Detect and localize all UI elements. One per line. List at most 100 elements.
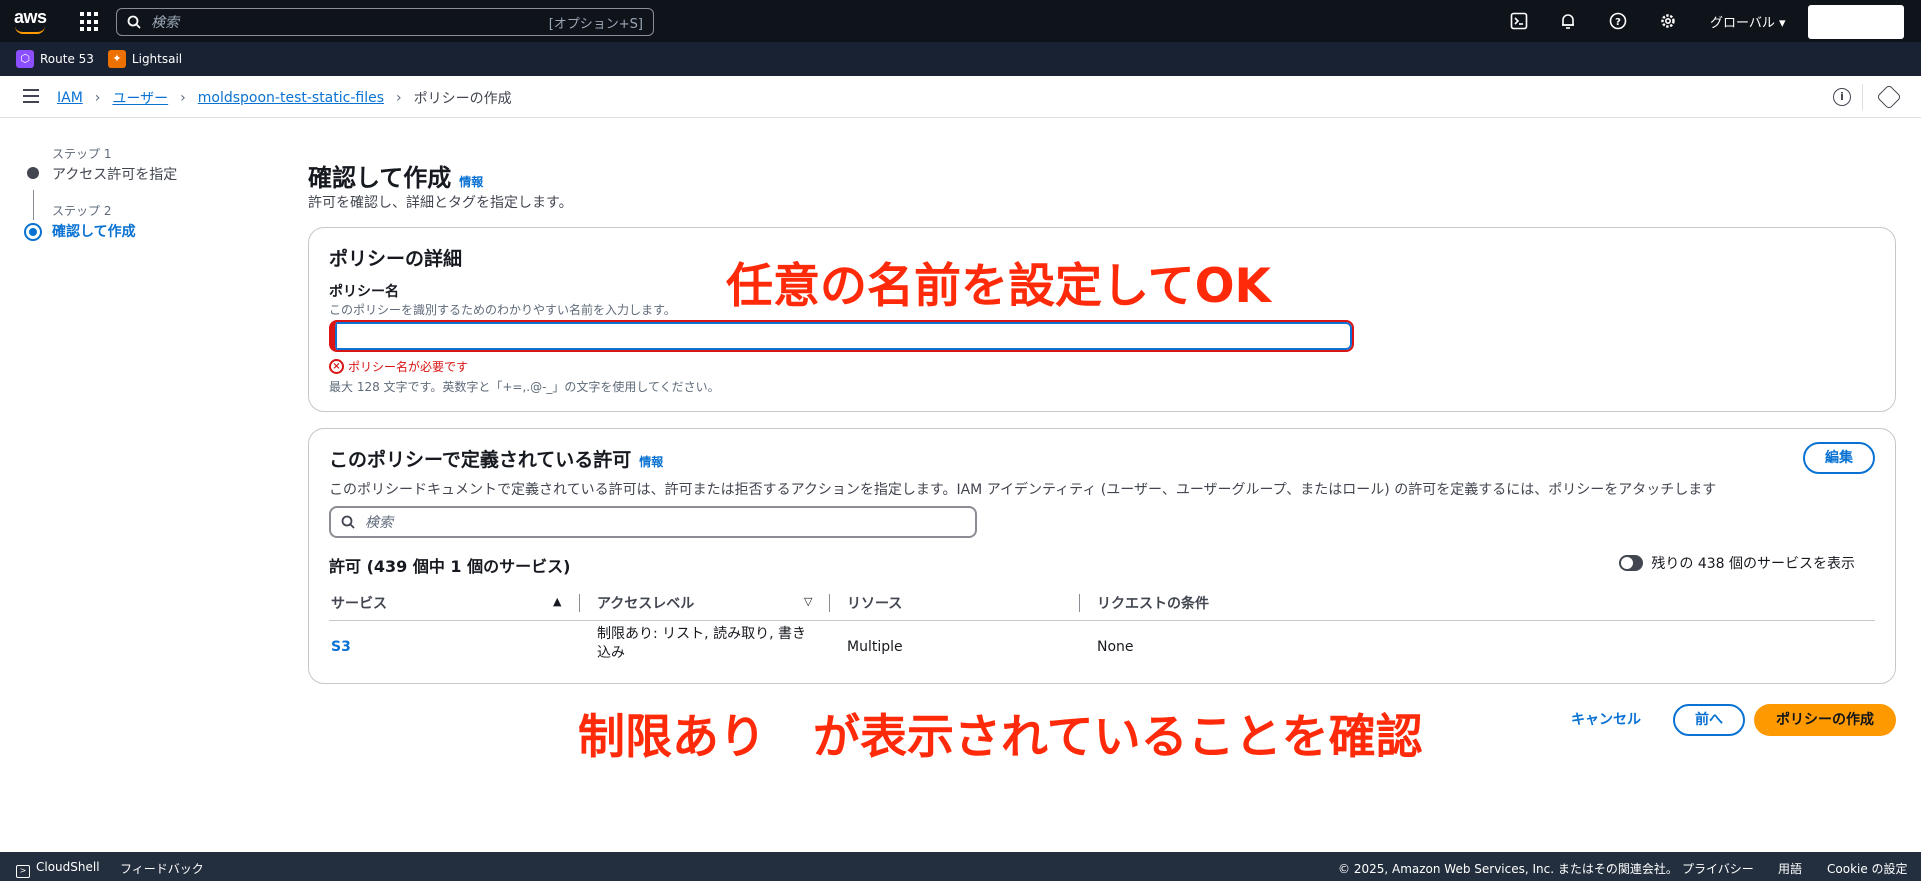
column-header-service[interactable]: サービス [331,593,387,613]
menu-icon[interactable] [23,89,39,103]
cookie-settings-link[interactable]: Cookie の設定 [1827,860,1908,877]
resource-cell: Multiple [847,639,903,655]
cancel-button[interactable]: キャンセル [1563,704,1649,736]
service-link[interactable]: S3 [331,639,351,655]
policy-name-description: このポリシーを識別するためのわかりやすい名前を入力します。 [329,303,676,317]
toggle-label: 残りの 438 個のサービスを表示 [1651,556,1855,572]
create-policy-button[interactable]: ポリシーの作成 [1754,704,1896,736]
condition-cell: None [1097,639,1134,655]
permissions-search-input[interactable]: 検索 [329,506,977,538]
cloudshell-label: CloudShell [36,860,100,874]
cloudshell-icon[interactable] [1509,12,1529,32]
permissions-description: このポリシードキュメントで定義されている許可は、許可または拒否するアクションを指… [329,482,1717,498]
gear-icon[interactable] [1658,12,1678,32]
breadcrumb-current: ポリシーの作成 [413,91,512,107]
bell-icon[interactable] [1558,12,1578,32]
breadcrumb-iam[interactable]: IAM [57,90,83,106]
step-name: 確認して作成 [52,224,136,240]
policy-name-label: ポリシー名 [329,284,399,300]
breadcrumb-users[interactable]: ユーザー [112,88,168,108]
search-icon [127,15,141,29]
column-header-access-level[interactable]: アクセスレベル [597,593,694,613]
permissions-count: 許可 (439 個中 1 個のサービス) [329,557,571,576]
chevron-right-icon: › [396,90,402,106]
table-row: S3 制限あり: リスト, 読み取り, 書き 込み Multiple None [329,624,1875,676]
section-title: ポリシーの詳細 [329,248,463,270]
show-remaining-toggle[interactable]: 残りの 438 個のサービスを表示 [1619,553,1855,573]
permissions-panel: このポリシーで定義されている許可 情報 編集 このポリシードキュメントで定義されて… [308,428,1896,684]
services-menu-icon[interactable] [80,12,100,32]
access-level-line2: 込み [597,645,625,661]
page-description: 許可を確認し、詳細とタグを指定します。 [308,195,573,211]
previous-button[interactable]: 前へ [1673,704,1745,736]
aws-smile-icon [15,26,45,34]
step-connector [33,190,34,220]
cloudshell-button[interactable]: > CloudShell [16,860,100,878]
favorite-route53[interactable]: ⬡ Route 53 [16,50,94,68]
copyright-text: © 2025, Amazon Web Services, Inc. またはその関… [1338,862,1678,876]
error-icon: × [329,359,344,374]
breadcrumb-bar: IAM › ユーザー › moldspoon-test-static-files… [0,76,1921,118]
annotation-confirm-hint: 制限あり が表示されていることを確認 [578,710,1423,765]
wizard-steps: ステップ 1 アクセス許可を指定 ステップ 2 確認して作成 [22,145,177,259]
error-text: ポリシー名が必要です [348,360,469,374]
edit-button[interactable]: 編集 [1803,442,1875,474]
search-placeholder: 検索 [365,515,393,531]
step-indicator-active-icon [24,223,42,241]
favorites-bar: ⬡ Route 53 ✦ Lightsail [0,42,1921,76]
footer: > CloudShell フィードバック © 2025, Amazon Web S… [0,852,1921,881]
privacy-link[interactable]: プライバシー [1682,860,1754,877]
route53-icon: ⬡ [16,50,34,68]
divider [1862,84,1863,110]
cloudshell-icon: > [16,865,30,878]
constraint-text: 最大 128 文字です。英数字と「+=,.@-_」の文字を使用してください。 [329,380,720,394]
access-level-line1: 制限あり: リスト, 読み取り, 書き [597,626,806,642]
step-label: ステップ 2 [52,204,112,218]
info-icon[interactable]: i [1833,88,1851,106]
annotation-name-hint: 任意の名前を設定してOK [726,259,1271,314]
column-divider [579,594,580,612]
step-2[interactable]: ステップ 2 確認して作成 [22,202,177,241]
lightsail-icon: ✦ [107,50,126,68]
search-icon [341,515,355,529]
help-icon[interactable]: ? [1608,12,1628,32]
info-link[interactable]: 情報 [639,455,663,469]
error-message: × ポリシー名が必要です [329,358,468,375]
breadcrumb: IAM › ユーザー › moldspoon-test-static-files… [57,88,512,108]
region-selector[interactable]: グローバル ▾ [1710,12,1786,31]
breadcrumb-user[interactable]: moldspoon-test-static-files [198,90,384,106]
search-placeholder: 検索 [151,15,179,31]
feedback-shield-icon[interactable] [1876,84,1902,110]
chevron-right-icon: › [94,90,101,106]
policy-name-input[interactable] [329,320,1354,352]
favorite-label: Lightsail [131,52,183,66]
feedback-link[interactable]: フィードバック [120,860,204,877]
table-header: サービス ▲ アクセスレベル ▽ リソース リクエストの条件 [329,587,1875,621]
info-link[interactable]: 情報 [459,175,483,189]
svg-text:?: ? [1615,17,1621,28]
access-level-cell: 制限あり: リスト, 読み取り, 書き 込み [597,625,817,663]
column-divider [829,594,830,612]
account-menu[interactable] [1808,5,1904,39]
search-shortcut: [オプション+S] [548,16,643,32]
section-title: このポリシーで定義されている許可 情報 [329,445,663,472]
terms-link[interactable]: 用語 [1778,860,1802,877]
global-search-input[interactable]: 検索 [オプション+S] [116,8,654,36]
top-navigation: aws 検索 [オプション+S] ? グローバル ▾ [0,0,1921,42]
favorite-lightsail[interactable]: ✦ Lightsail [107,50,183,68]
aws-logo[interactable]: aws [14,8,50,34]
sort-descending-icon[interactable]: ▽ [804,595,812,608]
page-title-text: 確認して作成 [308,164,452,192]
favorite-label: Route 53 [40,52,94,66]
column-header-condition[interactable]: リクエストの条件 [1097,593,1209,613]
toggle-switch[interactable] [1619,555,1644,571]
aws-logo-text: aws [14,7,47,27]
step-name: アクセス許可を指定 [52,167,178,183]
section-title-text: このポリシーで定義されている許可 [329,449,632,471]
chevron-right-icon: › [180,90,186,106]
column-header-resource[interactable]: リソース [847,593,902,613]
sort-ascending-icon[interactable]: ▲ [553,595,561,608]
page-title: 確認して作成 情報 [308,158,483,193]
step-1[interactable]: ステップ 1 アクセス許可を指定 [22,145,177,184]
step-indicator-icon [27,167,39,179]
